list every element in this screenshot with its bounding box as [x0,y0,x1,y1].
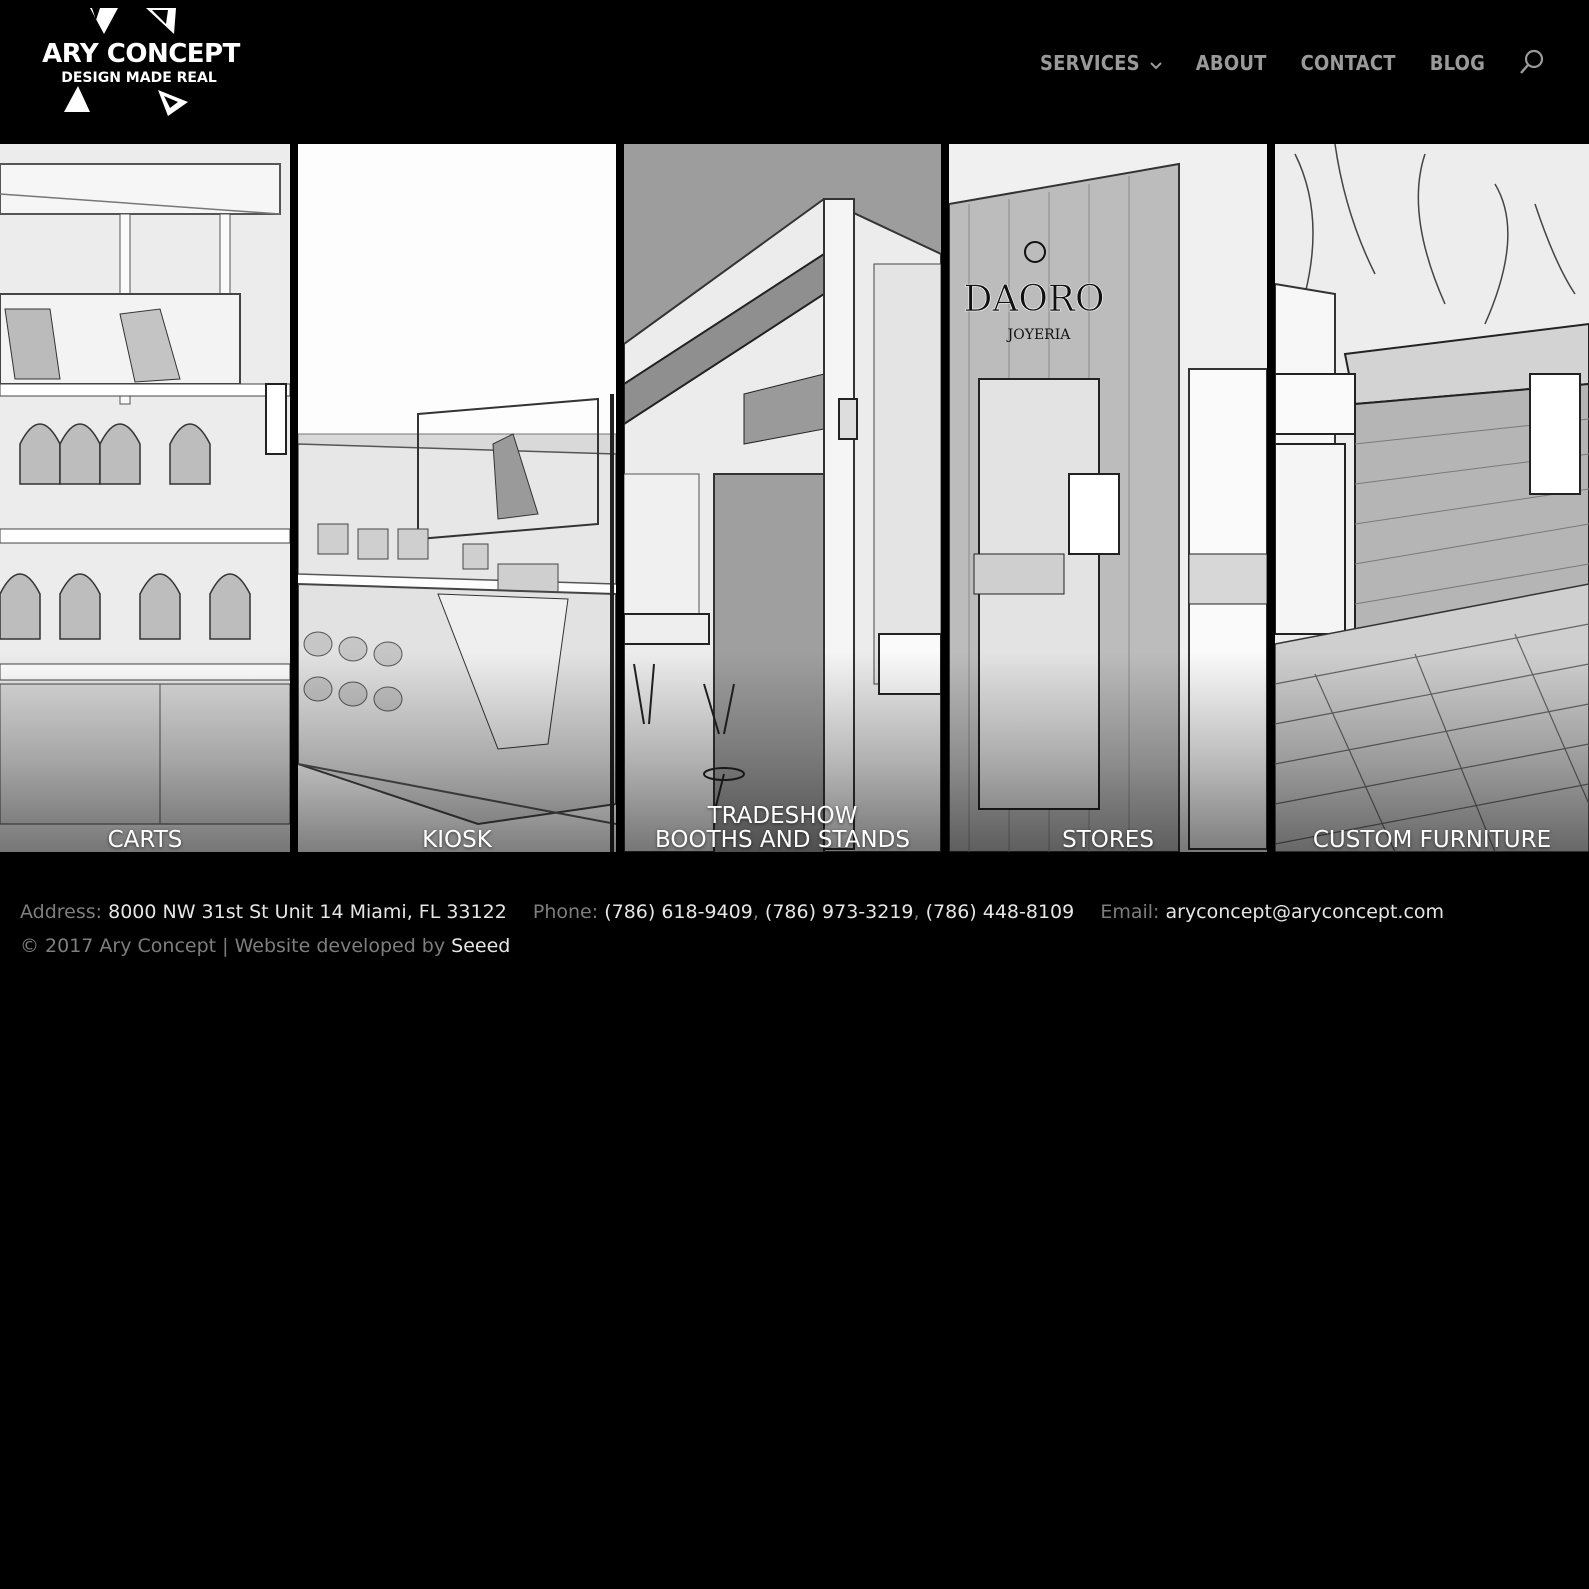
footer-copyright-line: © 2017 Ary Concept | Website developed b… [20,929,1570,963]
brand-logo[interactable]: ARY CONCEPT DESIGN MADE REAL [28,6,250,118]
nav-item-blog[interactable]: BLOG [1430,51,1485,75]
nav-item-services[interactable]: SERVICES [1040,51,1162,75]
search-icon[interactable] [1518,48,1546,76]
nav-item-about[interactable]: ABOUT [1196,51,1267,75]
panel-label: KIOSK [298,828,616,852]
panel-kiosk[interactable]: KIOSK [298,144,616,852]
copyright-text: © 2017 Ary Concept | Website developed b… [20,935,446,957]
footer-contact-line: Address: 8000 NW 31st St Unit 14 Miami, … [20,901,1445,923]
panel-label: CARTS [0,828,290,852]
nav-item-label: CONTACT [1300,51,1396,75]
email-label: Email: [1100,901,1160,923]
main-nav: SERVICES ABOUT CONTACT BLOG [1040,46,1485,80]
developer-link[interactable]: Seeed [451,935,510,957]
panel-label: STORES [949,828,1267,852]
panel-label-line1: CARTS [107,827,183,852]
phone-link-2[interactable]: (786) 973-3219 [765,901,914,923]
panel-label-line1: STORES [1062,827,1154,852]
chevron-down-icon [1150,51,1162,75]
panel-tradeshow[interactable]: TRADESHOW BOOTHS AND STANDS [624,144,941,852]
services-gallery: CARTS KIOSK TRADESHOW BOOTHS AND STANDS … [0,144,1589,852]
store-sign-sub: JOYERIA [1006,327,1072,343]
phone-label: Phone: [532,901,599,923]
panel-shade [0,652,290,852]
brand-title: ARY CONCEPT [42,39,240,69]
panel-custom-furniture[interactable]: CUSTOM FURNITURE [1275,144,1589,852]
phone-link-3[interactable]: (786) 448-8109 [926,901,1075,923]
site-header: ARY CONCEPT DESIGN MADE REAL SERVICES AB… [0,0,1589,143]
panel-carts[interactable]: CARTS [0,144,290,852]
nav-item-label: ABOUT [1195,51,1267,75]
email-link[interactable]: aryconcept@aryconcept.com [1165,901,1444,923]
panel-label-line1: KIOSK [422,827,492,852]
site-footer: Address: 8000 NW 31st St Unit 14 Miami, … [20,895,1570,963]
brand-tagline: DESIGN MADE REAL [61,70,217,86]
panel-shade [298,652,616,852]
panel-label-line1: TRADESHOW [707,803,858,829]
panel-label: CUSTOM FURNITURE [1275,828,1589,852]
nav-item-label: BLOG [1429,51,1486,75]
store-sign-name: DAORO [964,279,1105,320]
panel-shade [949,652,1267,852]
nav-item-label: SERVICES [1040,51,1140,75]
panel-label-line1: CUSTOM FURNITURE [1312,827,1552,852]
phone-link-1[interactable]: (786) 618-9409 [604,901,753,923]
address-label: Address: [20,901,103,923]
panel-label-line2: BOOTHS AND STANDS [655,827,910,852]
address-text: 8000 NW 31st St Unit 14 Miami, FL 33122 [108,901,507,923]
panel-label: TRADESHOW BOOTHS AND STANDS [624,804,941,852]
panel-shade [1275,652,1589,852]
panel-stores[interactable]: DAORO JOYERIA STORES [949,144,1267,852]
nav-item-contact[interactable]: CONTACT [1301,51,1396,75]
